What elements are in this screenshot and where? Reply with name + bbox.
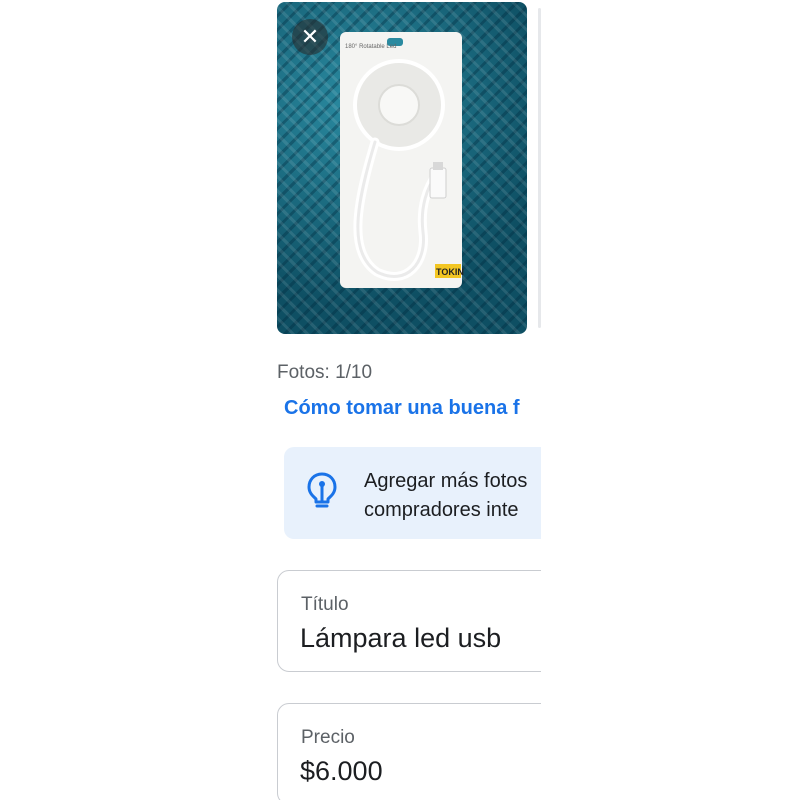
title-field-label: Título (301, 594, 349, 615)
package-brand-label: TOKIN (436, 267, 464, 277)
price-field-label: Precio (301, 727, 355, 748)
screen: TOKIN 180° Rotatable Led ✕ Fotos: 1/10 C… (0, 0, 800, 800)
price-field-value[interactable]: $6.000 (300, 756, 383, 787)
tip-text: Agregar más fotos compradores inte (364, 467, 527, 525)
photo-counter: Fotos: 1/10 (277, 362, 373, 383)
photo-tip-banner: Agregar más fotos compradores inte (284, 447, 541, 539)
listing-photo[interactable]: TOKIN 180° Rotatable Led ✕ (277, 2, 527, 334)
tip-text-line-2: compradores inte (364, 499, 519, 521)
title-field[interactable]: Título Lámpara led usb (277, 570, 541, 672)
package-top-text: 180° Rotatable Led (345, 44, 396, 50)
title-field-value[interactable]: Lámpara led usb (300, 623, 501, 654)
lightbulb-icon (307, 472, 337, 508)
tip-text-line-1: Agregar más fotos (364, 470, 528, 492)
price-field[interactable]: Precio $6.000 (277, 703, 541, 800)
listing-form: TOKIN 180° Rotatable Led ✕ Fotos: 1/10 C… (277, 0, 541, 800)
next-photo-peek[interactable] (538, 8, 541, 328)
close-icon[interactable]: ✕ (301, 24, 319, 50)
remove-photo-button[interactable]: ✕ (292, 19, 328, 55)
photo-tips-link[interactable]: Cómo tomar una buena f (284, 397, 520, 420)
